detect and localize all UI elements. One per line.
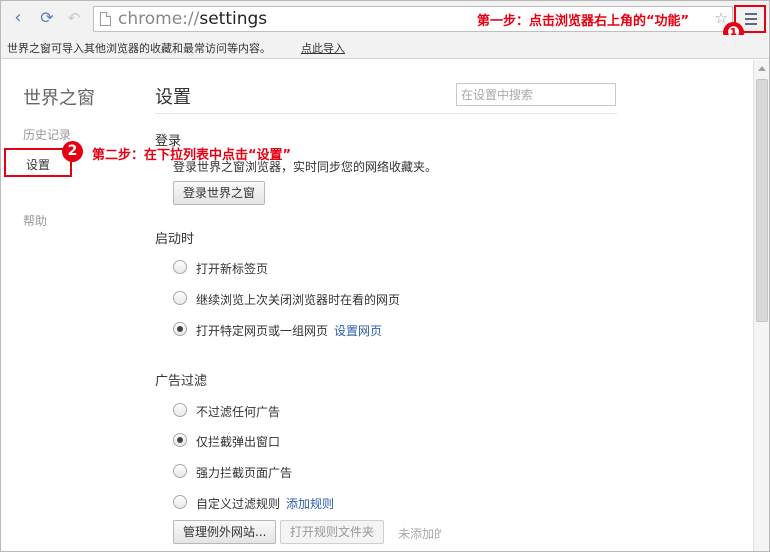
login-section-title: 登录 (155, 134, 182, 149)
title-divider (155, 113, 617, 114)
step1-annotation: 第一步：点击浏览器右上角的“功能” (477, 14, 690, 29)
import-link[interactable]: 点此导入 (301, 40, 345, 56)
radio-button[interactable] (173, 260, 187, 274)
sidebar-item-history[interactable]: 历史记录 (23, 126, 71, 143)
vertical-scrollbar[interactable] (753, 60, 769, 551)
step2-badge: 2 (62, 141, 83, 162)
hamburger-menu-icon (745, 13, 757, 28)
radio-button-checked[interactable] (173, 322, 187, 336)
radio-label: 不过滤任何广告 (196, 405, 281, 419)
radio-label: 仅拦截弹出窗口 (196, 435, 281, 449)
back-arrow-icon[interactable]: ‹ (8, 8, 28, 28)
scroll-up-arrow-icon[interactable] (758, 66, 766, 71)
radio-button[interactable] (173, 495, 187, 509)
login-button[interactable]: 登录世界之窗 (173, 181, 266, 205)
open-rules-folder-button[interactable]: 打开规则文件夹 (280, 520, 385, 544)
set-pages-link[interactable]: 设置网页 (334, 324, 382, 338)
undo-icon[interactable]: ↶ (64, 8, 84, 28)
scrollbar-thumb[interactable] (756, 79, 768, 322)
page-title: 设置 (155, 87, 191, 108)
browser-window: ‹ ⟳ ↶ chrome://settings ☆ 第一步：点击浏览器右上角的“… (0, 0, 770, 552)
radio-label-text: 自定义过滤规则 (196, 497, 281, 511)
rules-status-text: 未添加的 (398, 527, 441, 541)
sidebar-item-help[interactable]: 帮助 (23, 212, 47, 229)
url-scheme: chrome:// (118, 9, 200, 29)
url-path: settings (199, 9, 268, 29)
radio-label: 强力拦截页面广告 (196, 466, 293, 480)
manage-exceptions-button[interactable]: 管理例外网站... (173, 520, 277, 544)
login-description: 登录世界之窗浏览器，实时同步您的网络收藏夹。 (173, 160, 438, 174)
radio-button[interactable] (173, 403, 187, 417)
startup-section-title: 启动时 (155, 232, 195, 247)
sidebar-item-settings-label: 设置 (26, 158, 51, 172)
import-infobar: 世界之窗可导入其他浏览器的收藏和最常访问等内容。 点此导入 (1, 35, 769, 59)
radio-button[interactable] (173, 291, 187, 305)
add-rule-link[interactable]: 添加规则 (286, 497, 334, 511)
browser-toolbar: ‹ ⟳ ↶ chrome://settings ☆ 第一步：点击浏览器右上角的“… (1, 1, 769, 43)
radio-label-text: 打开特定网页或一组网页 (196, 324, 329, 338)
radio-label: 继续浏览上次关闭浏览器时在看的网页 (196, 293, 401, 307)
radio-button[interactable] (173, 464, 187, 478)
adblock-section-title: 广告过滤 (155, 374, 208, 389)
radio-label: 打开新标签页 (196, 262, 269, 276)
radio-button-checked[interactable] (173, 433, 187, 447)
settings-search-input[interactable] (456, 83, 616, 106)
address-bar-url: chrome://settings (118, 9, 267, 29)
app-title: 世界之窗 (23, 88, 95, 109)
infobar-text: 世界之窗可导入其他浏览器的收藏和最常访问等内容。 (7, 42, 271, 55)
reload-icon[interactable]: ⟳ (37, 8, 57, 28)
page-icon (100, 12, 111, 26)
radio-label: 自定义过滤规则 添加规则 (196, 495, 334, 512)
radio-label: 打开特定网页或一组网页 设置网页 (196, 322, 382, 339)
